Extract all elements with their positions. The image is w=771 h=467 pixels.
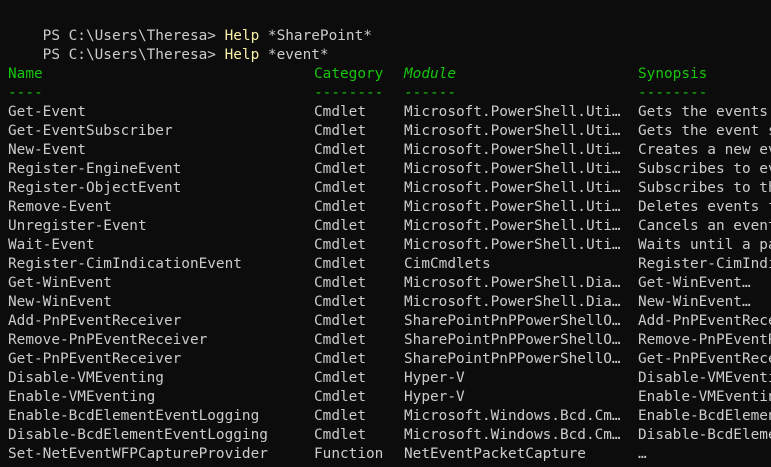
powershell-terminal[interactable]: PS C:\Users\Theresa> Help *SharePoint* P…: [0, 0, 771, 467]
cell-name: Unregister-Event: [8, 218, 147, 234]
cell-module: Microsoft.PowerShell.Uti…: [404, 142, 621, 158]
cell-name: Register-ObjectEvent: [8, 180, 182, 196]
cell-name: Register-CimIndicationEvent: [8, 256, 242, 272]
cell-category: Cmdlet: [314, 351, 366, 367]
cell-synopsis: Register-CimIndicat: [638, 256, 771, 272]
cell-module: Microsoft.PowerShell.Uti…: [404, 237, 621, 253]
cell-synopsis: Cancels an event su: [638, 218, 771, 234]
underline-module: ------: [404, 85, 456, 101]
header-module: Module: [404, 66, 456, 82]
cell-name: New-WinEvent: [8, 294, 112, 310]
cell-module: NetEventPacketCapture: [404, 446, 586, 462]
cell-name: Disable-BcdElementEventLogging: [8, 427, 268, 443]
cell-module: SharePointPnPPowerShellO…: [404, 351, 621, 367]
table-header-underline: ---- -------- ------ --------: [8, 84, 707, 103]
cell-module: SharePointPnPPowerShellO…: [404, 313, 621, 329]
command-line: PS C:\Users\Theresa> Help *SharePoint*: [8, 8, 372, 44]
cell-name: New-Event: [8, 142, 86, 158]
header-name: Name: [8, 66, 43, 82]
cell-category: Cmdlet: [314, 294, 366, 310]
cell-category: Cmdlet: [314, 180, 366, 196]
cell-module: Microsoft.PowerShell.Uti…: [404, 218, 621, 234]
cell-synopsis: …: [638, 446, 647, 462]
cell-name: Remove-PnPEventReceiver: [8, 332, 208, 348]
cell-synopsis: New-WinEvent…: [638, 294, 751, 310]
cell-category: Cmdlet: [314, 218, 366, 234]
cell-module: Microsoft.PowerShell.Uti…: [404, 180, 621, 196]
cell-synopsis: Add-PnPEventReceive: [638, 313, 771, 329]
cell-synopsis: Get-WinEvent…: [638, 275, 751, 291]
cell-synopsis: Remove-PnPEventRece: [638, 332, 771, 348]
cell-category: Cmdlet: [314, 332, 366, 348]
cell-synopsis: Disable-BcdElementE: [638, 427, 771, 443]
cell-category: Cmdlet: [314, 427, 366, 443]
cell-synopsis: Gets the event subs: [638, 123, 771, 139]
command-keyword: Help: [224, 47, 260, 63]
cell-category: Cmdlet: [314, 275, 366, 291]
underline-synopsis: --------: [638, 85, 708, 101]
cell-synopsis: Enable-BcdElementEv: [638, 408, 771, 424]
cell-name: Enable-BcdElementEventLogging: [8, 408, 260, 424]
cell-name: Wait-Event: [8, 237, 95, 253]
cell-name: Set-NetEventWFPCaptureProvider: [8, 446, 268, 462]
command-argument: *event*: [259, 47, 329, 63]
cell-name: Enable-VMEventing: [8, 389, 156, 405]
command-line: PS C:\Users\Theresa> Help *event*: [8, 27, 329, 63]
cell-synopsis: Subscribes to event: [638, 161, 771, 177]
cell-module: SharePointPnPPowerShellO…: [404, 332, 621, 348]
cell-category: Cmdlet: [314, 237, 366, 253]
cell-category: Cmdlet: [314, 313, 366, 329]
cell-name: Disable-VMEventing: [8, 370, 164, 386]
cell-module: Hyper-V: [404, 370, 465, 386]
cell-module: Microsoft.Windows.Bcd.Cm…: [404, 427, 621, 443]
header-category: Category: [314, 66, 384, 82]
cell-name: Add-PnPEventReceiver: [8, 313, 182, 329]
prompt: PS C:\Users\Theresa>: [42, 47, 225, 63]
cell-category: Cmdlet: [314, 370, 366, 386]
cell-name: Remove-Event: [8, 199, 112, 215]
cell-category: Cmdlet: [314, 142, 366, 158]
cell-category: Cmdlet: [314, 199, 366, 215]
cell-module: CimCmdlets: [404, 256, 491, 272]
cell-synopsis: Disable-VMEventing…: [638, 370, 771, 386]
cell-category: Cmdlet: [314, 123, 366, 139]
cell-module: Microsoft.PowerShell.Uti…: [404, 104, 621, 120]
cell-category: Cmdlet: [314, 161, 366, 177]
cell-name: Register-EngineEvent: [8, 161, 182, 177]
cell-synopsis: Get-PnPEventReceive: [638, 351, 771, 367]
cell-category: Function: [314, 446, 384, 462]
cell-name: Get-WinEvent: [8, 275, 112, 291]
cell-synopsis: Enable-VMEventing…: [638, 389, 771, 405]
cell-module: Microsoft.PowerShell.Dia…: [404, 275, 621, 291]
cell-synopsis: Gets the events in: [638, 104, 768, 120]
cell-synopsis: Waits until a parti: [638, 237, 771, 253]
cell-category: Cmdlet: [314, 408, 366, 424]
underline-category: --------: [314, 85, 384, 101]
cell-name: Get-PnPEventReceiver: [8, 351, 182, 367]
table-header-row: Name Category Module Synopsis: [8, 65, 707, 84]
cell-name: Get-EventSubscriber: [8, 123, 173, 139]
cell-module: Microsoft.PowerShell.Dia…: [404, 294, 621, 310]
header-synopsis: Synopsis: [638, 66, 708, 82]
cell-module: Microsoft.PowerShell.Uti…: [404, 161, 621, 177]
cell-synopsis: Subscribes to the e: [638, 180, 771, 196]
cell-module: Microsoft.PowerShell.Uti…: [404, 123, 621, 139]
cell-category: Cmdlet: [314, 389, 366, 405]
underline-name: ----: [8, 85, 43, 101]
cell-module: Hyper-V: [404, 389, 465, 405]
cell-name: Get-Event: [8, 104, 86, 120]
cell-module: Microsoft.Windows.Bcd.Cm…: [404, 408, 621, 424]
cell-category: Cmdlet: [314, 104, 366, 120]
cell-synopsis: Creates a new event: [638, 142, 771, 158]
cell-category: Cmdlet: [314, 256, 366, 272]
cell-module: Microsoft.PowerShell.Uti…: [404, 199, 621, 215]
cell-synopsis: Deletes events from: [638, 199, 771, 215]
